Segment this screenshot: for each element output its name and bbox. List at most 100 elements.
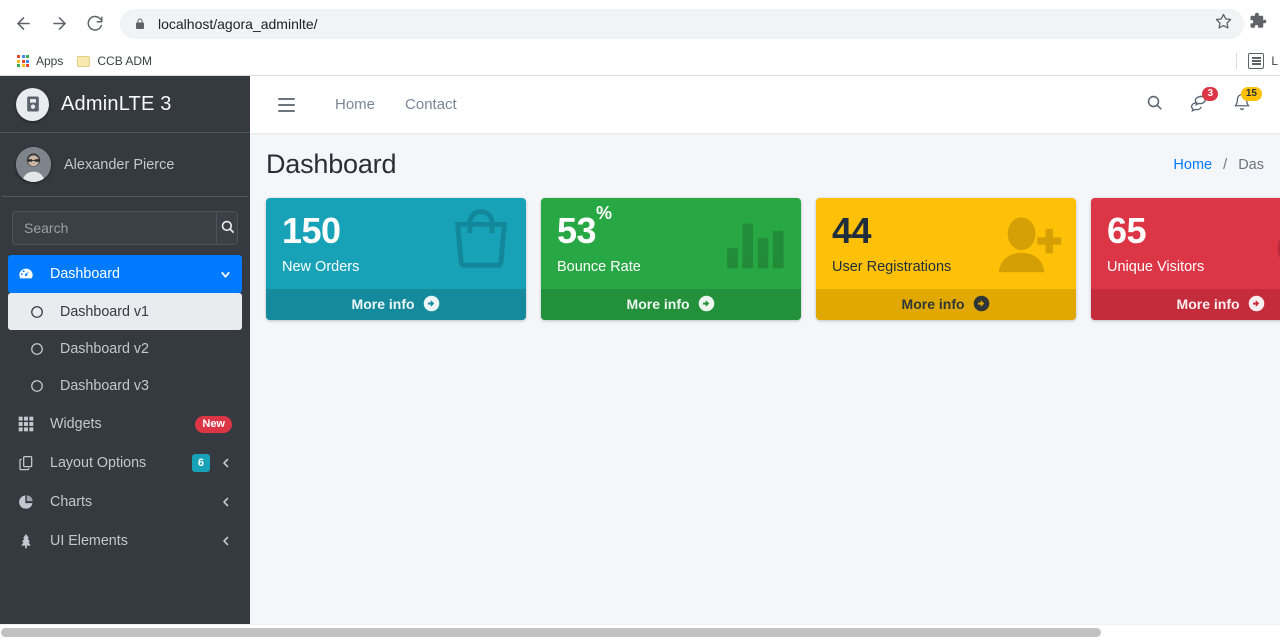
forward-button[interactable] [44,9,74,39]
bookmark-star-button[interactable] [1210,11,1236,37]
horizontal-scrollbar-thumb[interactable] [1,628,1101,637]
sidebar-link-layout-options[interactable]: Layout Options 6 [8,444,242,482]
arrow-circle-right-icon [698,295,715,312]
arrow-circle-right-icon [1248,295,1265,312]
sidebar-label-ui-elements: UI Elements [50,533,128,549]
arrow-circle-right-icon [973,295,990,312]
adminlte-logo-icon [16,87,49,121]
user-name: Alexander Pierce [64,156,175,173]
search-icon [1146,94,1163,116]
grid-icon [18,416,42,432]
content-header: Dashboard Home / Das [250,133,1280,186]
brand-title: AdminLTE 3 [61,92,172,115]
extensions-button[interactable] [1244,10,1272,38]
more-info-label: More info [1176,295,1240,312]
hamburger-icon[interactable] [266,86,306,124]
reading-list-area: L [1236,47,1280,75]
small-box-label-new-orders: New Orders [282,258,360,275]
reload-button[interactable] [80,9,110,39]
search-submit-button[interactable] [216,212,237,244]
sidebar-badge-widgets: New [195,415,232,433]
value-text: 44 [832,210,872,251]
sidebar-nav: Dashboard Dashboard v1 Dashboard v2 Dash… [0,255,250,560]
bookmark-star-icon [1215,13,1232,35]
reading-list-icon[interactable] [1248,53,1265,69]
brand-link[interactable]: AdminLTE 3 [0,76,250,133]
value-text: 65 [1107,210,1147,251]
small-box-label-unique-visitors: Unique Visitors [1107,258,1205,275]
bookmark-apps[interactable]: Apps [10,50,70,72]
breadcrumb-separator: / [1223,156,1228,173]
navbar-search-button[interactable] [1132,85,1176,125]
page-viewport: AdminLTE 3 Alexander Pierce Search Dashb… [0,76,1280,639]
notifications-badge: 15 [1240,86,1262,101]
user-avatar [16,147,51,182]
small-box-more-info-user-registrations[interactable]: More info [816,288,1076,320]
sidebar-link-dashboard-v2[interactable]: Dashboard v2 [8,330,242,367]
sidebar-search[interactable] [12,211,238,245]
tachometer-icon [18,266,42,282]
small-box-label-bounce-rate: Bounce Rate [557,258,641,275]
breadcrumb: Home / Das [1173,157,1264,173]
arrow-circle-right-icon [423,295,440,312]
sidebar-item-layout-options: Layout Options 6 [8,444,242,482]
sidebar-link-ui-elements[interactable]: UI Elements [8,522,242,560]
sidebar-link-dashboard-v3[interactable]: Dashboard v3 [8,367,242,404]
sidebar-label-dashboard: Dashboard [50,266,120,282]
info-boxes-row: 150 New Orders More info 53% Bounce Rate… [250,186,1280,320]
sidebar-link-widgets[interactable]: Widgets New [8,405,242,443]
apps-grid-icon [17,55,29,67]
sidebar-item-dashboard-v2: Dashboard v2 [8,330,242,367]
more-info-label: More info [626,295,690,312]
back-button[interactable] [8,9,38,39]
forward-arrow-icon [50,14,69,33]
reading-list-label: L [1271,54,1278,68]
sidebar-item-dashboard: Dashboard Dashboard v1 Dashboard v2 Dash… [8,255,242,404]
small-box-more-info-new-orders[interactable]: More info [266,288,526,320]
navbar-notifications-button[interactable]: 15 [1220,85,1264,125]
sidebar-label-charts: Charts [50,494,93,510]
value-text: 150 [282,210,341,251]
chevron-left-icon [220,457,232,469]
small-box-bounce-rate: 53% Bounce Rate More info [541,198,801,320]
sidebar-link-dashboard-v1[interactable]: Dashboard v1 [8,293,242,330]
sidebar-link-charts[interactable]: Charts [8,483,242,521]
bookmark-apps-label: Apps [36,54,64,68]
navbar-link-home[interactable]: Home [320,88,390,121]
sidebar-badge-layout-options: 6 [191,454,210,472]
sidebar-label-dashboard-v1: Dashboard v1 [60,303,150,320]
chevron-left-icon [220,535,232,547]
main-navbar: Home Contact 3 15 [250,76,1280,133]
small-box-more-info-bounce-rate[interactable]: More info [541,288,801,320]
page-title: Dashboard [266,149,397,179]
small-box-more-info-unique-visitors[interactable]: More info [1091,288,1280,320]
bookmarks-bar: Apps CCB ADM L [0,47,1280,76]
lock-icon [134,17,146,31]
browser-window: localhost/agora_adminlte/ Apps CCB ADM L… [0,0,1280,639]
bookmark-ccb-adm-label: CCB ADM [97,54,153,68]
breadcrumb-current: Das [1238,156,1264,173]
breadcrumb-home[interactable]: Home [1173,157,1212,173]
pie-chart-icon [18,494,42,510]
address-bar[interactable]: localhost/agora_adminlte/ [120,8,1244,39]
navbar-messages-button[interactable]: 3 [1176,85,1220,125]
copy-icon [18,455,42,471]
small-box-user-registrations: 44 User Registrations More info [816,198,1076,320]
small-box-label-user-registrations: User Registrations [832,258,952,275]
url-text: localhost/agora_adminlte/ [158,15,318,32]
user-panel[interactable]: Alexander Pierce [2,133,248,197]
sidebar-item-dashboard-v3: Dashboard v3 [8,367,242,404]
sidebar-item-dashboard-v1: Dashboard v1 [8,293,242,330]
navbar-link-contact[interactable]: Contact [390,88,472,121]
horizontal-scrollbar[interactable] [0,624,1280,639]
puzzle-piece-icon [1249,12,1267,35]
tree-icon [18,533,42,549]
small-box-new-orders: 150 New Orders More info [266,198,526,320]
search-icon [220,219,235,237]
messages-badge: 3 [1202,86,1218,101]
search-input[interactable] [13,212,216,244]
value-text: 53 [557,210,597,251]
sidebar-link-dashboard[interactable]: Dashboard [8,255,242,293]
bookmark-divider [1236,53,1238,69]
bookmark-ccb-adm[interactable]: CCB ADM [70,50,159,72]
